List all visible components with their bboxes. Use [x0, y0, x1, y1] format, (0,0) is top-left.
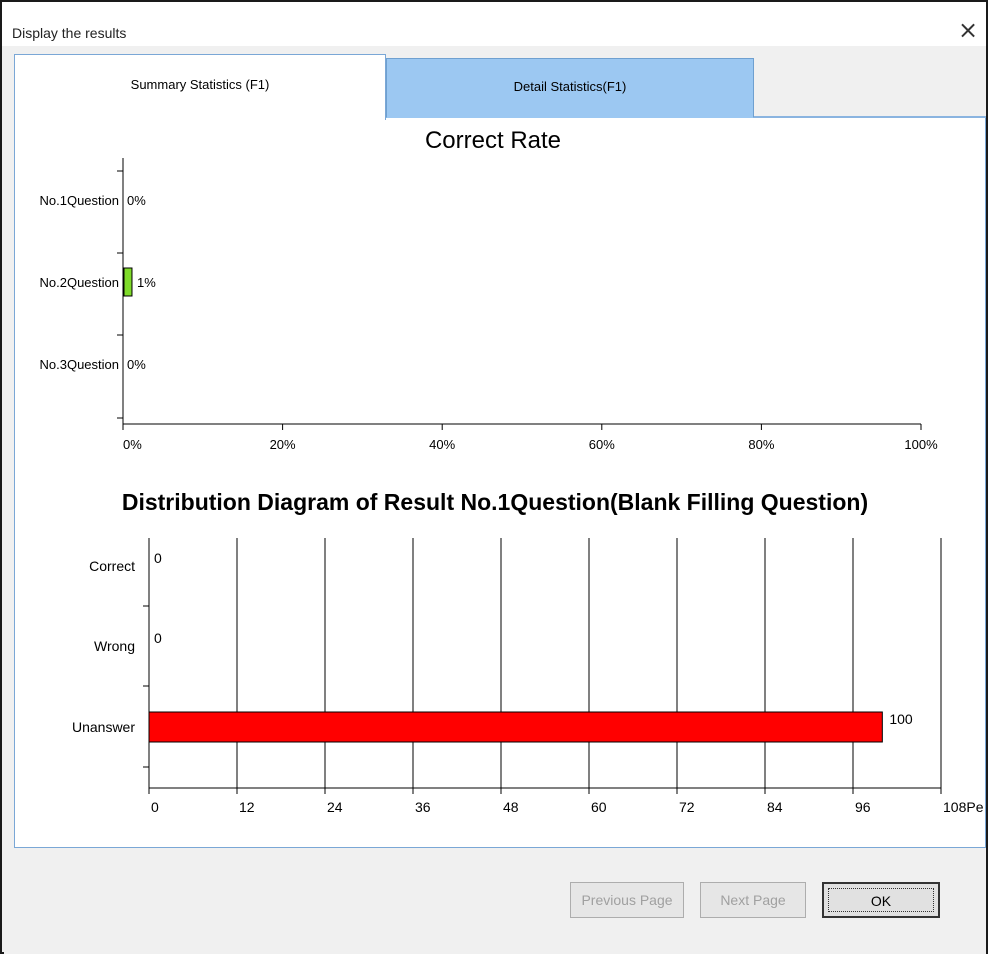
x-tick-label: 36: [415, 799, 431, 815]
category-label: No.3Question: [40, 357, 120, 372]
summary-panel: Correct Rate No.1Question 0% No.2Question 1%…: [14, 118, 986, 848]
tab-summary-statistics[interactable]: Summary Statistics (F1): [14, 54, 386, 120]
x-tick-label: 96: [855, 799, 871, 815]
category-label: Correct: [89, 558, 135, 574]
category-label: No.1Question: [40, 193, 120, 208]
value-label: 0: [154, 550, 162, 566]
close-icon[interactable]: ×: [956, 18, 980, 42]
chart-title: Correct Rate: [425, 127, 561, 154]
chart-title: Distribution Diagram of Result No.1Quest…: [122, 489, 868, 515]
value-label: 100: [889, 711, 913, 727]
category-label: Unanswer: [72, 719, 135, 735]
previous-page-button[interactable]: Previous Page: [570, 882, 684, 918]
x-tick-label: 12: [239, 799, 255, 815]
x-tick-label: 24: [327, 799, 343, 815]
x-tick-label: 60: [591, 799, 607, 815]
tab-detail-statistics[interactable]: Detail Statistics(F1): [386, 58, 754, 118]
ok-label: OK: [870, 893, 892, 909]
value-label: 0: [154, 630, 162, 646]
results-dialog: Display the results × Summary Statistics…: [0, 0, 988, 954]
x-tick-label: 84: [767, 799, 783, 815]
ok-button[interactable]: OK: [822, 882, 940, 918]
x-tick-label: 80%: [748, 437, 774, 452]
x-tick-label: 108Pe: [943, 799, 984, 815]
x-tick-label: 0%: [123, 437, 142, 452]
distribution-chart: Distribution Diagram of Result No.1Quest…: [72, 489, 984, 815]
x-tick-label: 72: [679, 799, 695, 815]
x-tick-label: 48: [503, 799, 519, 815]
x-tick-label: 40%: [429, 437, 455, 452]
charts-canvas: Correct Rate No.1Question 0% No.2Question 1%…: [40, 127, 984, 815]
value-label: 0%: [127, 357, 146, 372]
title-bar: Display the results ×: [2, 2, 986, 46]
bar: [148, 711, 883, 743]
window-title: Display the results: [12, 25, 127, 41]
category-label: No.2Question: [40, 275, 120, 290]
tab-strip: Summary Statistics (F1) Detail Statistic…: [14, 54, 986, 120]
x-tick-label: 20%: [270, 437, 296, 452]
bar: [123, 267, 133, 297]
value-label: 1%: [137, 275, 156, 290]
next-page-button[interactable]: Next Page: [700, 882, 806, 918]
category-label: Wrong: [94, 638, 135, 654]
x-tick-label: 60%: [589, 437, 615, 452]
x-tick-label: 100%: [904, 437, 938, 452]
value-label: 0%: [127, 193, 146, 208]
x-tick-label: 0: [151, 799, 159, 815]
correct-rate-chart: Correct Rate No.1Question 0% No.2Question 1%…: [40, 127, 939, 452]
dialog-footer: Previous Page Next Page OK: [4, 850, 986, 954]
